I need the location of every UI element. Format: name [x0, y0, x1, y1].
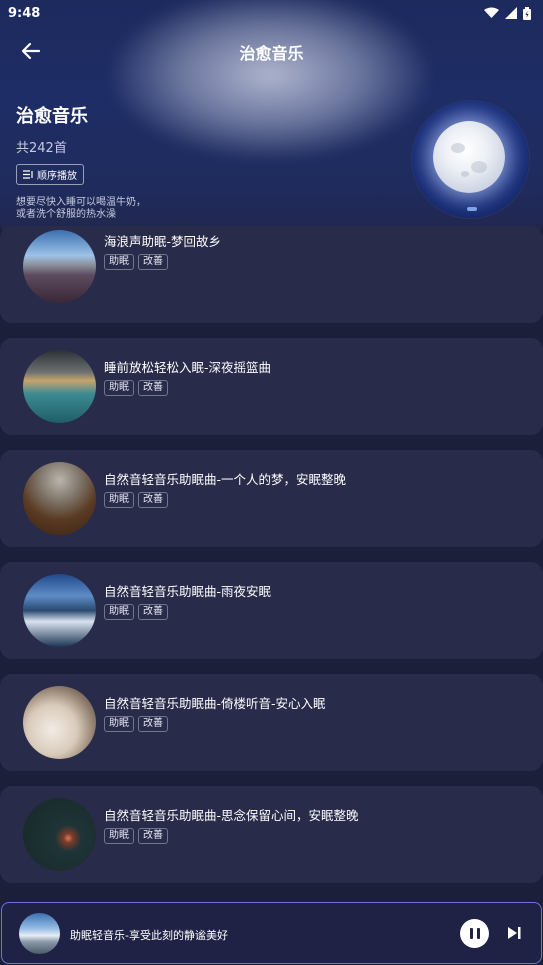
status-time: 9:48	[8, 5, 41, 21]
song-item[interactable]: 自然音轻音乐助眠曲-倚楼听音-安心入眠 助眠 改善	[0, 674, 543, 771]
song-tag: 助眠	[104, 492, 134, 508]
now-playing-thumbnail	[19, 913, 60, 954]
song-thumbnail	[23, 350, 96, 423]
song-thumbnail	[23, 798, 96, 871]
song-item[interactable]: 睡前放松轻松入眠-深夜摇篮曲 助眠 改善	[0, 338, 543, 435]
song-item[interactable]: 自然音轻音乐助眠曲-思念保留心间，安眠整晚 助眠 改善	[0, 786, 543, 883]
song-tag: 改善	[138, 604, 168, 620]
song-item[interactable]: 自然音轻音乐助眠曲-雨夜安眠 助眠 改善	[0, 562, 543, 659]
playlist-title: 治愈音乐	[16, 106, 88, 127]
song-tag: 改善	[138, 716, 168, 732]
song-tag: 助眠	[104, 254, 134, 270]
song-title: 海浪声助眠-梦回故乡	[104, 234, 222, 249]
battery-icon	[523, 6, 531, 20]
page-title: 治愈音乐	[239, 44, 304, 63]
song-tag: 改善	[138, 254, 168, 270]
sequential-play-label: 顺序播放	[37, 171, 77, 182]
now-playing-title: 助眠轻音乐-享受此刻的静谧美好	[70, 929, 228, 942]
song-tag: 助眠	[104, 828, 134, 844]
song-tag: 改善	[138, 492, 168, 508]
sequence-icon	[23, 170, 33, 179]
playlist-description: 想要尽快入睡可以喝温牛奶， 或者洗个舒服的热水澡	[16, 197, 146, 220]
song-tag: 助眠	[104, 604, 134, 620]
song-thumbnail	[23, 230, 96, 303]
playlist-cover-moon	[412, 101, 529, 218]
song-thumbnail	[23, 574, 96, 647]
skip-next-icon[interactable]	[506, 925, 522, 941]
song-tag: 助眠	[104, 716, 134, 732]
song-thumbnail	[23, 686, 96, 759]
song-item[interactable]: 海浪声助眠-梦回故乡 助眠 改善	[0, 226, 543, 323]
song-title: 自然音轻音乐助眠曲-一个人的梦，安眠整晚	[104, 472, 347, 487]
song-tag: 助眠	[104, 380, 134, 396]
song-title: 自然音轻音乐助眠曲-思念保留心间，安眠整晚	[104, 808, 359, 823]
song-title: 自然音轻音乐助眠曲-倚楼听音-安心入眠	[104, 696, 326, 711]
top-nav: 治愈音乐	[0, 30, 543, 70]
mini-player[interactable]: 助眠轻音乐-享受此刻的静谧美好	[1, 902, 542, 964]
song-tag: 改善	[138, 828, 168, 844]
signal-icon	[505, 7, 517, 19]
status-bar: 9:48	[0, 0, 543, 26]
song-thumbnail	[23, 462, 96, 535]
song-item[interactable]: 自然音轻音乐助眠曲-一个人的梦，安眠整晚 助眠 改善	[0, 450, 543, 547]
sequential-play-button[interactable]: 顺序播放	[16, 164, 84, 185]
playlist-count: 共242首	[16, 141, 67, 156]
wifi-icon	[484, 7, 499, 18]
song-title: 自然音轻音乐助眠曲-雨夜安眠	[104, 584, 272, 599]
song-tag: 改善	[138, 380, 168, 396]
pause-icon[interactable]	[460, 919, 489, 948]
song-title: 睡前放松轻松入眠-深夜摇篮曲	[104, 360, 272, 375]
